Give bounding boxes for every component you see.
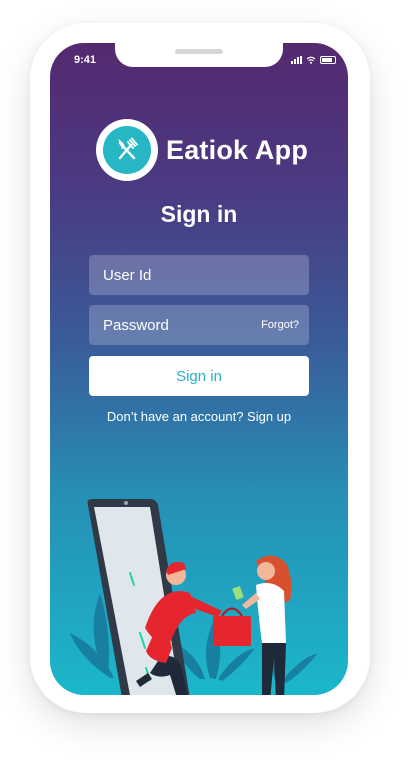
wifi-icon [306, 56, 316, 64]
status-time: 9:41 [74, 54, 97, 66]
signal-icon [291, 56, 302, 64]
speaker-grille [175, 49, 223, 54]
fork-knife-icon [103, 126, 151, 174]
sign-up-link[interactable]: Don’t have an account? Sign up [50, 409, 348, 424]
delivery-illustration [70, 499, 318, 695]
app-name: Eatiok App [166, 134, 309, 165]
password-placeholder: Password [103, 316, 169, 334]
sign-in-button[interactable]: Sign in [89, 356, 309, 396]
password-field[interactable]: Password Forgot? [89, 305, 309, 345]
status-icons [291, 56, 336, 64]
user-id-field[interactable]: User Id [89, 255, 309, 295]
forgot-password-link[interactable]: Forgot? [261, 319, 299, 331]
app-screen: 9:41 Eatiok App Sign in User Id Password… [50, 43, 348, 695]
logo [96, 119, 158, 181]
battery-icon [320, 56, 336, 64]
phone-notch [115, 43, 283, 67]
brand-header: Eatiok App [96, 119, 308, 181]
page-title: Sign in [160, 201, 238, 227]
user-id-placeholder: User Id [103, 266, 152, 284]
